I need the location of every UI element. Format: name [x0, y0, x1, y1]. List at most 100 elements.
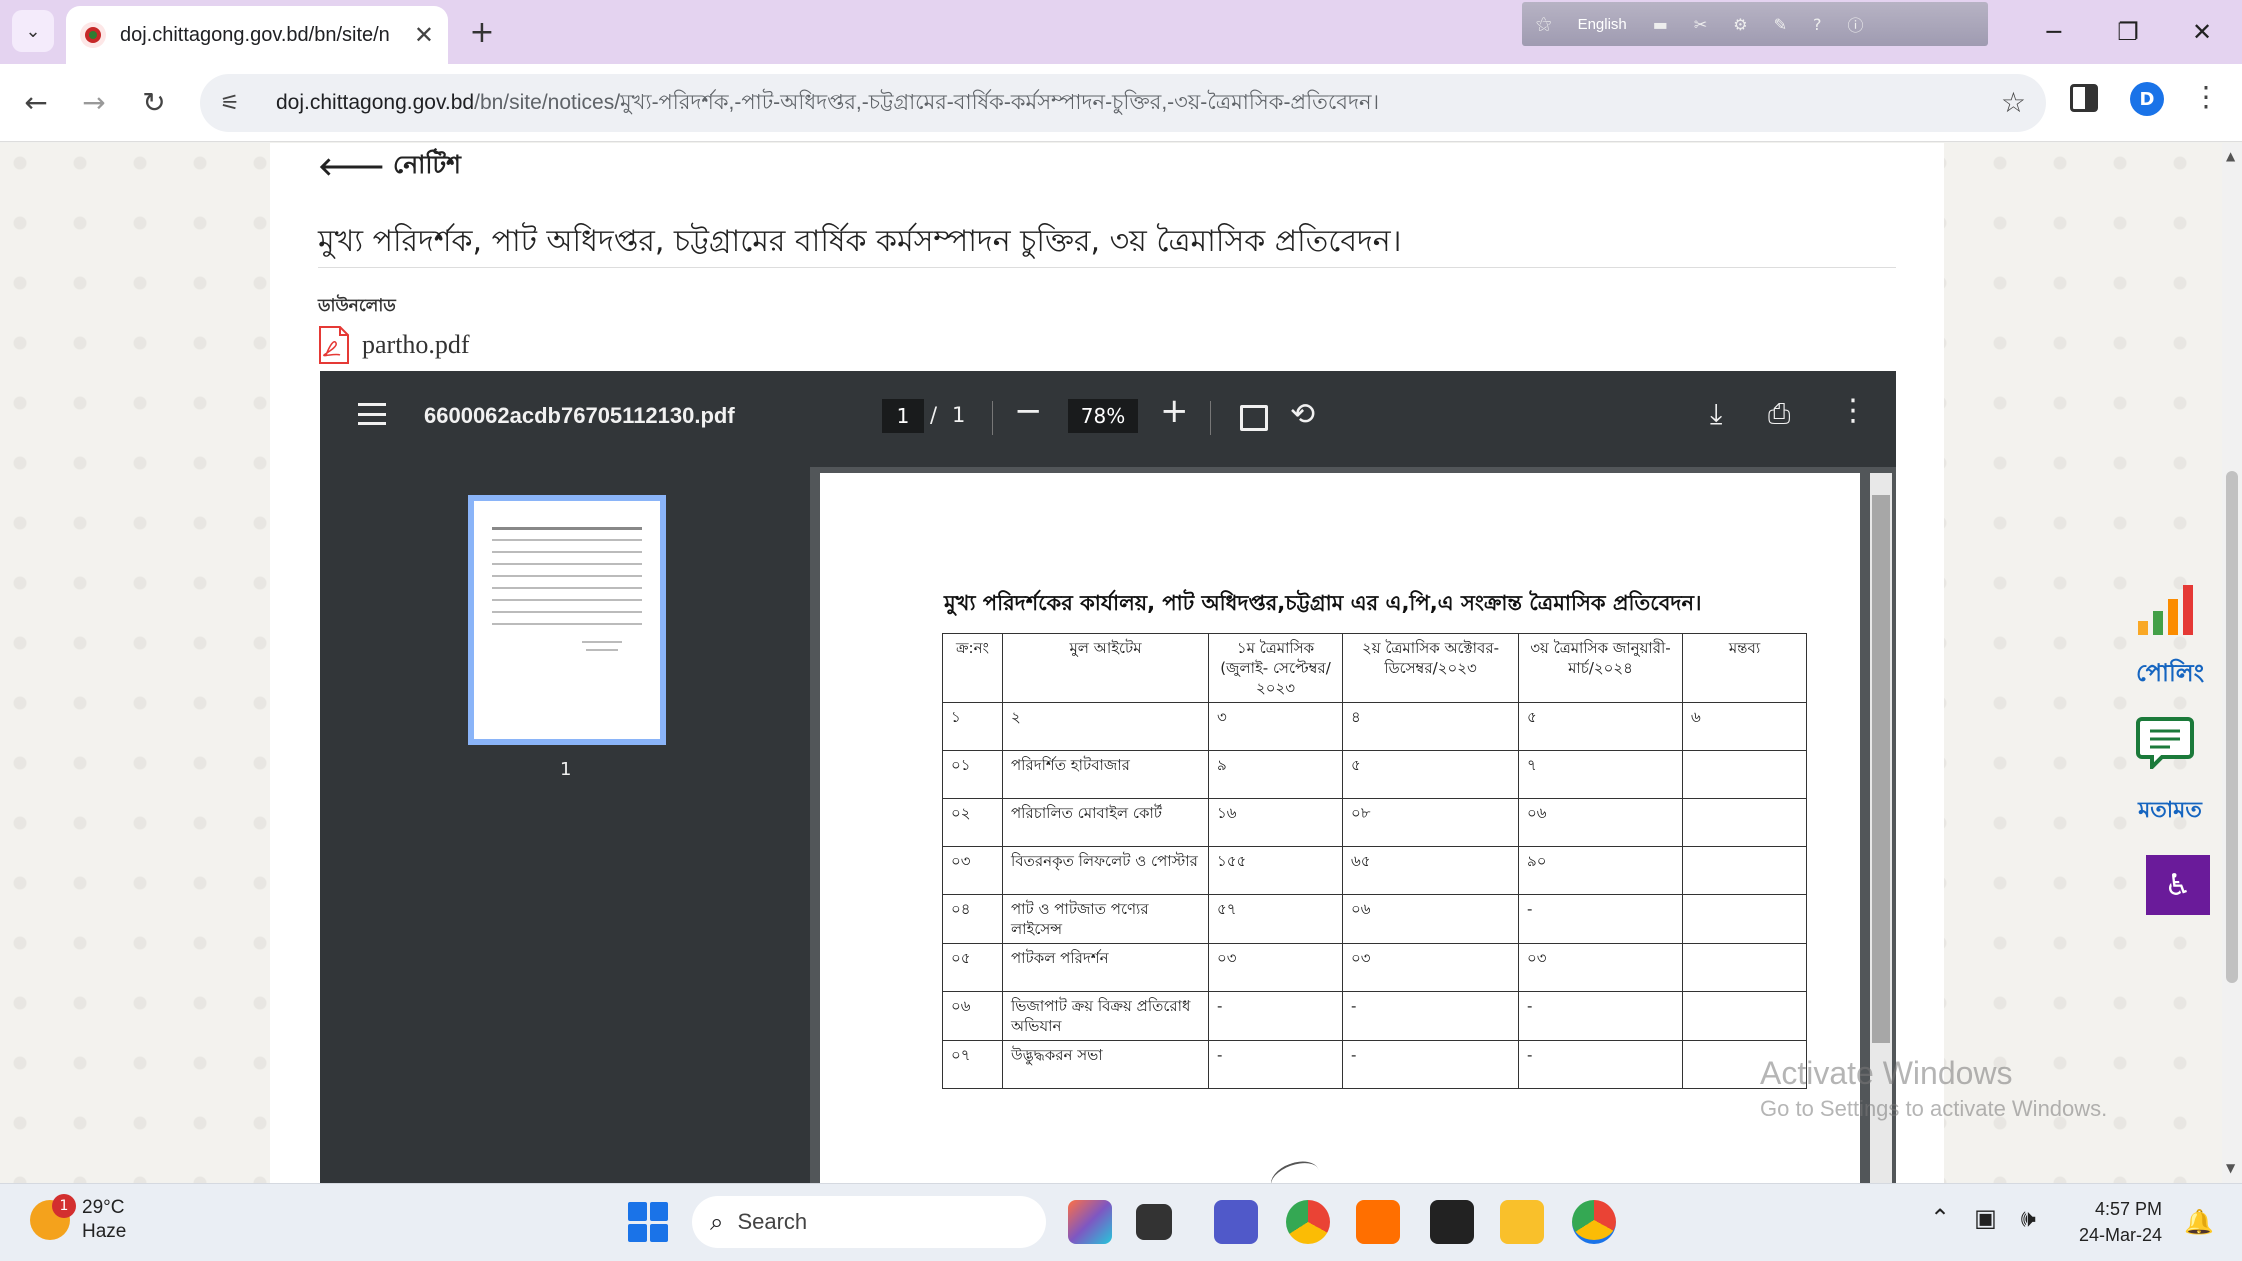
table-header-row: ক্র:নং মুল আইটেম ১ম ত্রৈমাসিক (জুলাই- সে…: [942, 633, 1807, 703]
document-heading: মুখ্য পরিদর্শকের কার্যালয়, পাট অধিদপ্তর…: [944, 591, 1702, 615]
browser-tab[interactable]: doj.chittagong.gov.bd/bn/site/n ✕: [66, 6, 448, 64]
table-cell: বিতরনকৃত লিফলেট ও পোস্টার: [1002, 846, 1209, 895]
back-link-label: নোটিশ: [393, 150, 461, 179]
info-icon[interactable]: ⓘ: [1848, 12, 1864, 36]
column-header: মন্তব্য: [1682, 633, 1807, 703]
help-icon[interactable]: ?: [1813, 15, 1822, 34]
table-row: ০৬ ভিজাপাট ক্রয় বিক্রয় প্রতিরোধ অভিযান -…: [942, 991, 1807, 1041]
chevron-up-icon[interactable]: ⌃: [1930, 1204, 1950, 1232]
poll-link[interactable]: পোলিং: [2130, 655, 2210, 695]
close-window-button[interactable]: ✕: [2180, 10, 2224, 54]
volume-icon[interactable]: 🕪: [2021, 1204, 2036, 1232]
column-header: ৩য় ত্রৈমাসিক জানুয়ারী-মার্চ/২০২৪: [1518, 633, 1683, 703]
table-cell: [1682, 846, 1807, 895]
chrome-active-icon[interactable]: [1572, 1200, 1616, 1244]
table-cell: [1682, 798, 1807, 847]
accessibility-icon[interactable]: ♿: [2146, 855, 2210, 915]
close-tab-icon[interactable]: ✕: [414, 21, 434, 49]
keyboard-icon[interactable]: ▬: [1653, 15, 1668, 34]
system-tray: ⌃ ▣ 🕪: [1930, 1204, 2036, 1232]
rotate-icon[interactable]: ⟲: [1290, 397, 1315, 432]
table-cell: [1682, 943, 1807, 992]
opinion-chat-icon[interactable]: [2130, 715, 2200, 775]
attachment-link[interactable]: partho.pdf: [318, 325, 470, 365]
minimize-window-button[interactable]: ─: [2032, 10, 2076, 54]
report-table: ক্র:নং মুল আইটেম ১ম ত্রৈমাসিক (জুলাই- সে…: [942, 633, 1807, 1089]
more-options-icon[interactable]: ⋮: [1838, 393, 1868, 428]
weather-text: 29°C Haze: [82, 1196, 126, 1244]
table-row: ০৭ উদ্ভুদ্ধকরন সভা - - -: [942, 1040, 1807, 1089]
table-cell: ০৬: [1518, 798, 1683, 847]
task-view-icon[interactable]: [1136, 1204, 1172, 1240]
print-icon[interactable]: ⎙: [1768, 397, 1790, 431]
page-separator: /: [930, 403, 938, 427]
app-icon[interactable]: [1356, 1200, 1400, 1244]
table-cell: ০৩: [1518, 943, 1683, 992]
pen-icon[interactable]: ✎: [1774, 15, 1787, 34]
back-to-notices-link[interactable]: 🡐 নোটিশ: [318, 145, 461, 188]
table-cell: ৯০: [1518, 846, 1683, 895]
scroll-down-icon[interactable]: ▼: [2226, 1161, 2235, 1175]
browser-menu-icon[interactable]: ⋮: [2192, 80, 2220, 113]
chevron-down-icon: ⌄: [25, 20, 41, 42]
file-explorer-icon[interactable]: [1500, 1200, 1544, 1244]
table-row: ০১ পরিদর্শিত হাটবাজার ৯ ৫ ৭: [942, 750, 1807, 799]
table-cell: ৪: [1342, 702, 1519, 751]
zoom-in-button[interactable]: +: [1160, 391, 1189, 431]
table-cell: ৩: [1208, 702, 1343, 751]
url-text[interactable]: doj.chittagong.gov.bd/bn/site/notices/মু…: [276, 86, 1379, 121]
copilot-icon[interactable]: [1068, 1200, 1112, 1244]
profile-avatar[interactable]: D: [2130, 82, 2164, 116]
signature-mark: [1266, 1155, 1324, 1183]
teams-icon[interactable]: [1214, 1200, 1258, 1244]
toolbar-divider: [1210, 401, 1211, 435]
title-divider: [318, 267, 1896, 268]
opinion-link[interactable]: মতামত: [2130, 793, 2210, 830]
notification-bell-icon[interactable]: 🔔: [2184, 1208, 2214, 1236]
tab-strip: ⌄ doj.chittagong.gov.bd/bn/site/n ✕ + ⚝ …: [0, 0, 2242, 64]
system-clock[interactable]: 4:57 PM 24-Mar-24: [2074, 1196, 2162, 1248]
ime-logo-icon[interactable]: ⚝: [1536, 14, 1552, 34]
reload-button[interactable]: ↻: [132, 80, 176, 124]
page-thumbnail[interactable]: [468, 495, 666, 745]
taskbar-search[interactable]: ⌕ Search: [692, 1196, 1046, 1248]
scrollbar-thumb[interactable]: [2226, 471, 2238, 983]
poll-chart-icon[interactable]: [2130, 583, 2200, 635]
tab-search-button[interactable]: ⌄: [12, 10, 54, 52]
scroll-up-icon[interactable]: ▲: [2226, 149, 2235, 163]
table-cell: পাটকল পরিদর্শন: [1002, 943, 1209, 992]
tools-icon[interactable]: ✂: [1694, 15, 1707, 34]
zoom-out-button[interactable]: −: [1014, 391, 1043, 431]
ime-language-selector[interactable]: English: [1578, 16, 1627, 33]
table-cell: -: [1518, 894, 1683, 944]
table-cell: পরিদর্শিত হাটবাজার: [1002, 750, 1209, 799]
download-icon[interactable]: ⤓: [1710, 397, 1722, 431]
page-scrollbar[interactable]: ▲ ▼: [2222, 143, 2242, 1183]
app-icon[interactable]: [1430, 1200, 1474, 1244]
network-icon[interactable]: ▣: [1974, 1204, 1997, 1232]
windows-start-icon[interactable]: [628, 1202, 668, 1242]
restore-window-button[interactable]: ❐: [2106, 10, 2150, 54]
table-cell: ৬৫: [1342, 846, 1519, 895]
table-cell: ০১: [942, 750, 1003, 799]
table-cell: পরিচালিত মোবাইল কোর্ট: [1002, 798, 1209, 847]
fit-page-icon[interactable]: [1240, 405, 1268, 431]
weather-widget[interactable]: 1 29°C Haze: [30, 1194, 126, 1244]
settings-icon[interactable]: ⚙: [1733, 15, 1747, 34]
table-cell: ০৩: [1208, 943, 1343, 992]
hamburger-menu-icon[interactable]: [358, 403, 386, 425]
ime-language-bar: ⚝ English ▬ ✂ ⚙ ✎ ? ⓘ: [1522, 2, 1988, 46]
forward-button[interactable]: →: [72, 80, 116, 124]
chrome-icon[interactable]: [1286, 1200, 1330, 1244]
url-host: doj.chittagong.gov.bd: [276, 90, 475, 114]
address-bar[interactable]: ⚟ doj.chittagong.gov.bd/bn/site/notices/…: [200, 74, 2046, 132]
side-panel-icon[interactable]: [2070, 84, 2098, 112]
site-info-icon[interactable]: ⚟: [220, 91, 254, 116]
column-header: ক্র:নং: [942, 633, 1003, 703]
new-tab-button[interactable]: +: [462, 12, 502, 52]
zoom-input[interactable]: 78%: [1068, 399, 1138, 433]
page-number-input[interactable]: 1: [882, 399, 924, 433]
bookmark-star-icon[interactable]: ☆: [2001, 86, 2026, 119]
back-button[interactable]: ←: [14, 80, 58, 124]
arrow-left-icon: 🡐: [318, 151, 386, 181]
